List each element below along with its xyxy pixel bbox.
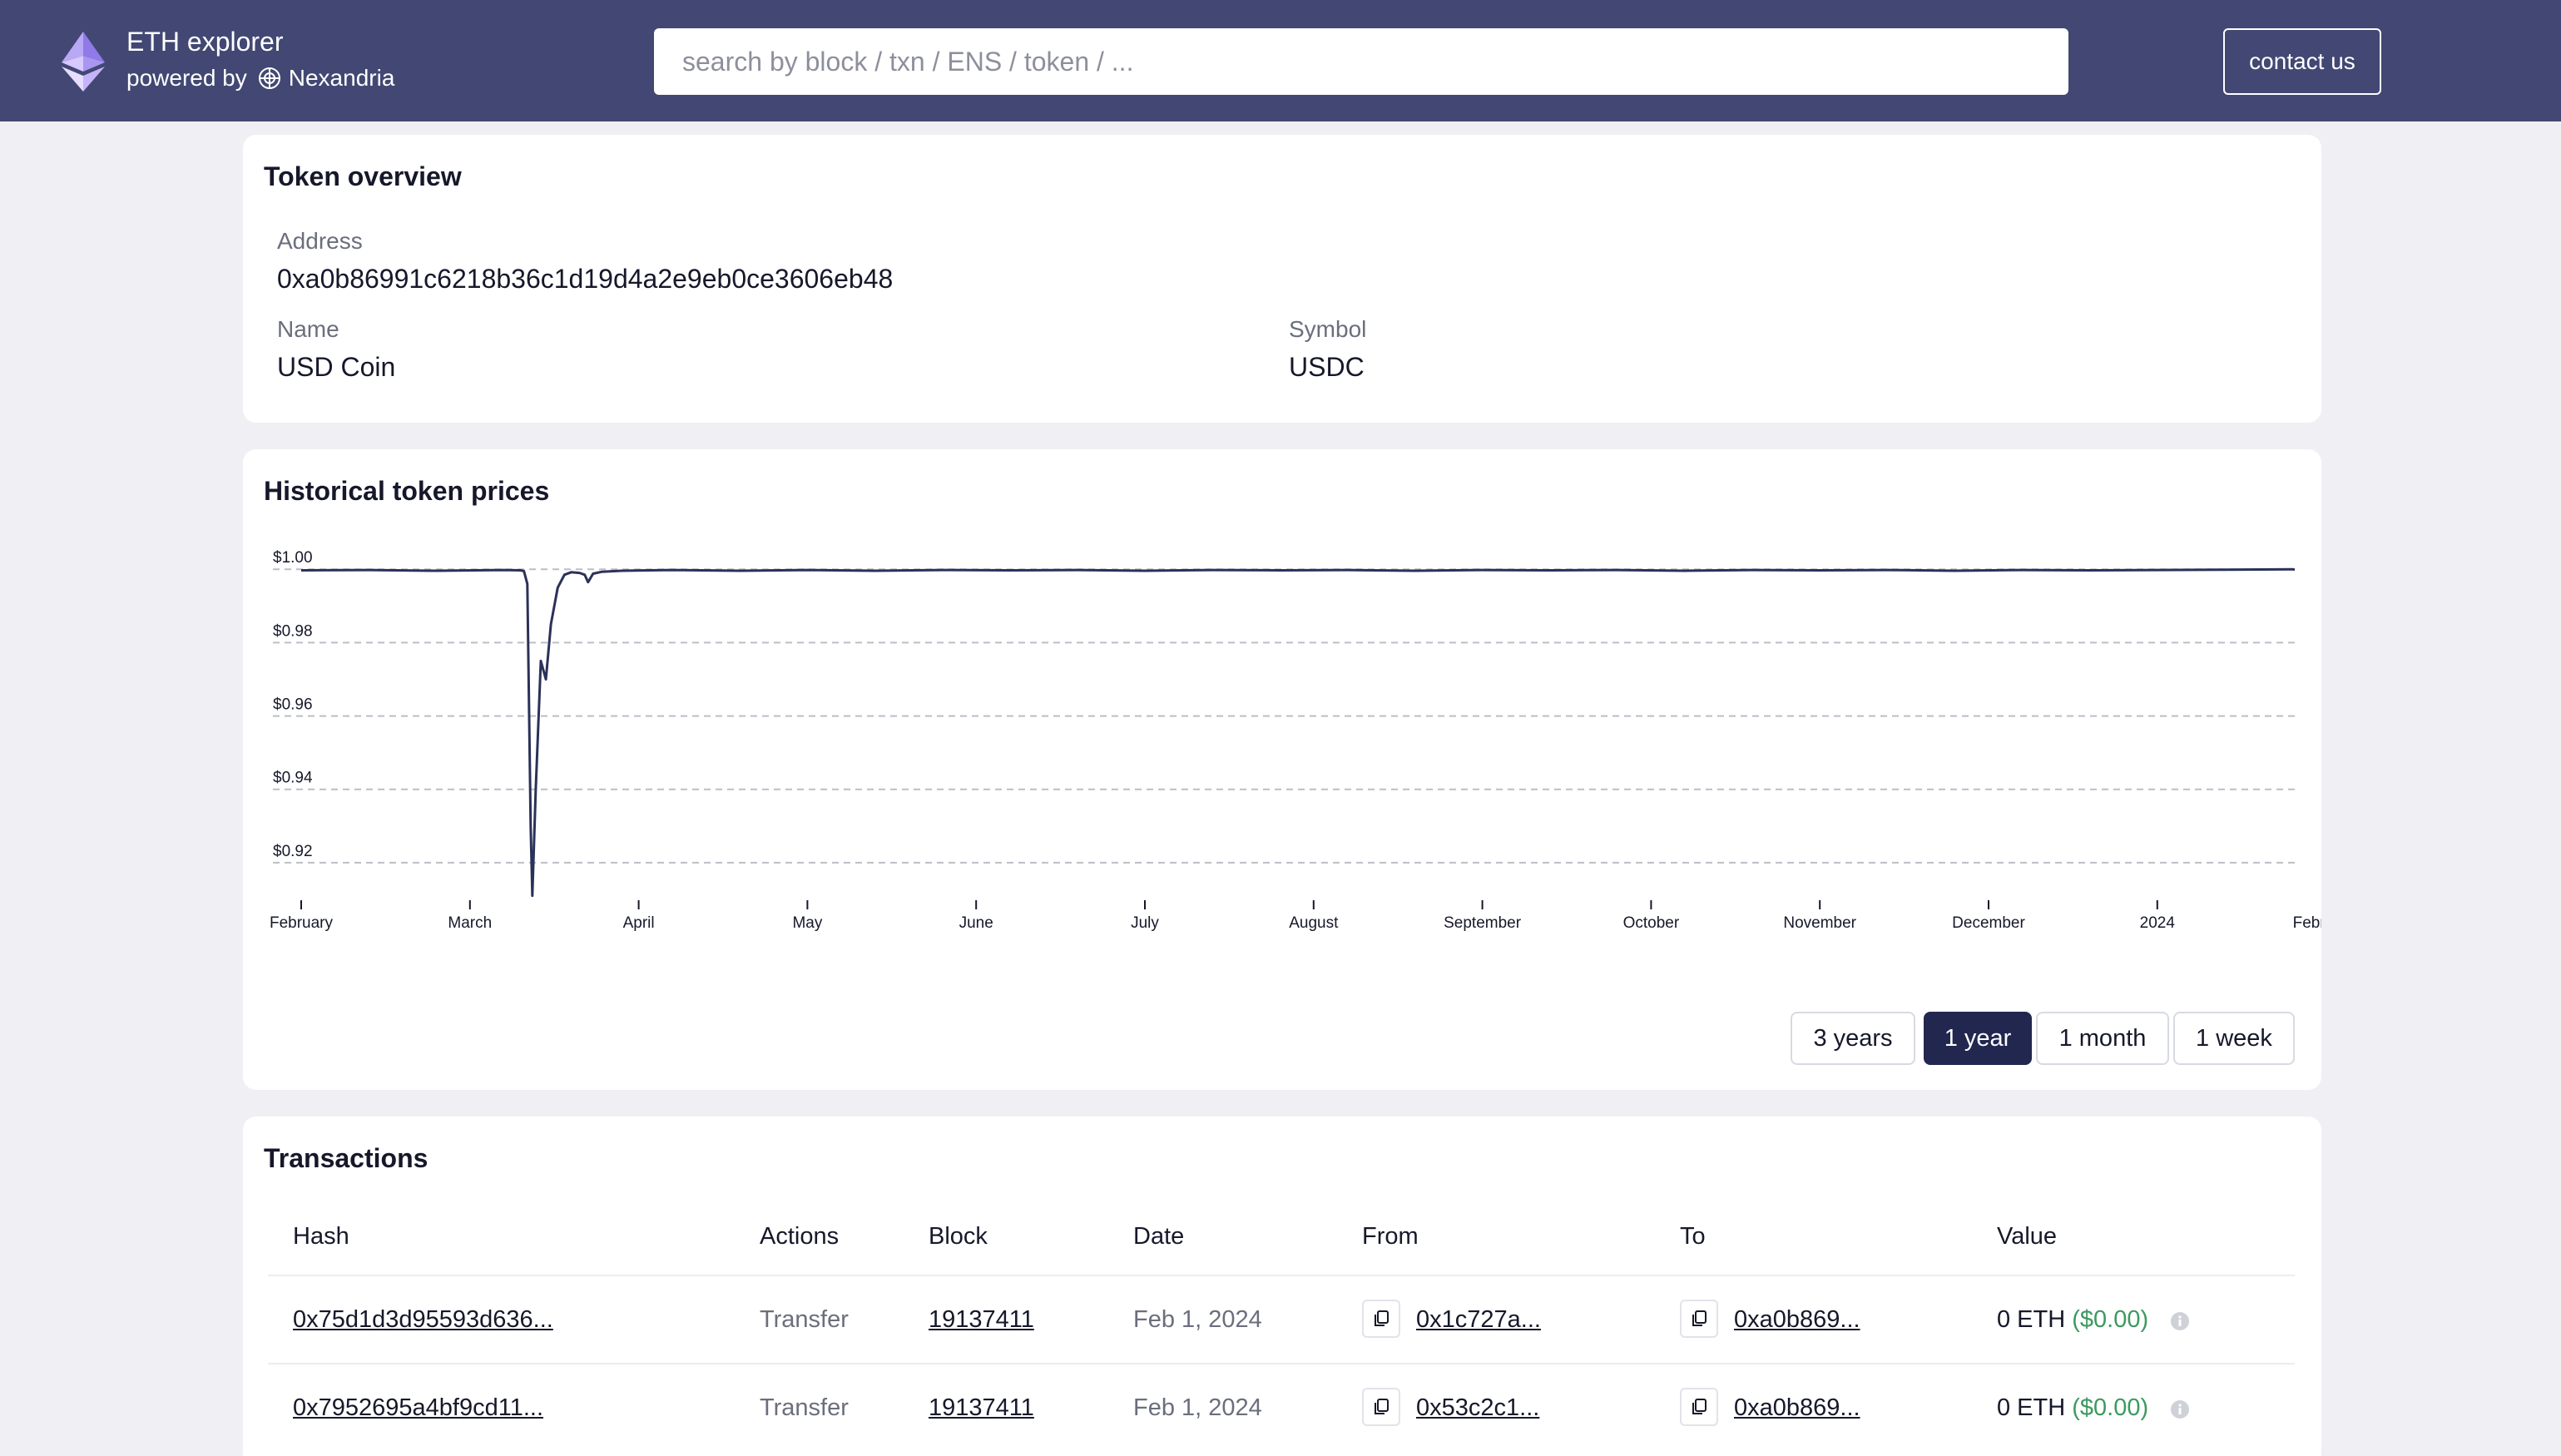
column-header-to: To: [1680, 1223, 1706, 1250]
block-link[interactable]: 19137411: [929, 1306, 1034, 1334]
contact-us-button[interactable]: contact us: [2223, 28, 2381, 95]
price-chart: $1.00 $0.98 $0.96 $0.94 $0.92 February March Ap…: [270, 549, 2321, 932]
column-header-actions: Actions: [760, 1223, 840, 1250]
column-header-hash: Hash: [293, 1223, 349, 1250]
powered-by: powered by Nexandria: [126, 65, 394, 92]
transaction-hash-link[interactable]: 0x7952695a4bf9cd11...: [293, 1394, 543, 1422]
x-tick-label: September: [1444, 914, 1522, 932]
top-navbar: ETH explorer powered by Nexandria contac…: [0, 0, 2561, 121]
x-tick-label: May: [792, 914, 822, 932]
info-icon[interactable]: [2170, 1399, 2190, 1419]
info-icon[interactable]: [2170, 1311, 2190, 1331]
partner-link[interactable]: Nexandria: [289, 65, 395, 92]
y-tick-label: $0.98: [273, 622, 313, 640]
column-header-from: From: [1362, 1223, 1419, 1250]
price-line-series[interactable]: [300, 567, 2296, 898]
transactions-card: Transactions Hash Actions Block Date Fro…: [243, 1117, 2321, 1456]
transaction-value: 0 ETH ($0.00): [1997, 1306, 2148, 1334]
y-tick-label: $0.94: [273, 770, 313, 787]
copy-to-address-button[interactable]: [1680, 1388, 1718, 1426]
x-tick-label: February: [270, 914, 334, 932]
to-address-link[interactable]: 0xa0b869...: [1734, 1306, 1860, 1334]
x-tick-label: October: [1623, 914, 1680, 932]
y-tick-label: $0.96: [273, 696, 313, 714]
name-label: Name: [277, 316, 339, 342]
x-tick-label: November: [1783, 914, 1856, 932]
value-eth: 0 ETH: [1997, 1394, 2066, 1421]
column-header-date: Date: [1133, 1223, 1185, 1250]
ethereum-logo-icon[interactable]: [62, 32, 105, 92]
nexandria-logo-icon: [258, 67, 280, 89]
range-1-week-button[interactable]: 1 week: [2173, 1012, 2295, 1065]
range-1-month-button[interactable]: 1 month: [2036, 1012, 2169, 1065]
token-overview-title: Token overview: [264, 161, 462, 191]
app-title[interactable]: ETH explorer: [126, 27, 284, 57]
transaction-action: Transfer: [760, 1394, 849, 1421]
transaction-hash-link[interactable]: 0x75d1d3d95593d636...: [293, 1306, 553, 1334]
copy-from-address-button[interactable]: [1362, 1300, 1400, 1338]
token-overview-card: Token overview Address 0xa0b86991c6218b3…: [243, 135, 2321, 423]
x-tick-label: Febru: [2293, 914, 2321, 932]
address-value: 0xa0b86991c6218b36c1d19d4a2e9eb0ce3606eb…: [277, 264, 894, 294]
historical-prices-card: Historical token prices $1.00 $0.98 $0.96 $…: [243, 449, 2321, 1090]
name-value: USD Coin: [277, 352, 396, 382]
from-address-link[interactable]: 0x53c2c1...: [1416, 1394, 1539, 1422]
table-divider: [268, 1275, 2295, 1276]
transaction-date: Feb 1, 2024: [1133, 1306, 1262, 1333]
block-link[interactable]: 19137411: [929, 1394, 1034, 1422]
value-usd: ($0.00): [2072, 1306, 2149, 1333]
value-usd: ($0.00): [2072, 1394, 2149, 1421]
x-tick-label: December: [1952, 914, 2025, 932]
transaction-date: Feb 1, 2024: [1133, 1394, 1262, 1421]
x-tick-label: March: [448, 914, 492, 932]
powered-by-label: powered by: [126, 65, 247, 91]
copy-icon: [1375, 1399, 1389, 1414]
x-tick-label: June: [959, 914, 993, 932]
copy-icon: [1692, 1399, 1707, 1414]
column-header-value: Value: [1997, 1223, 2058, 1250]
range-3-years-button[interactable]: 3 years: [1791, 1012, 1915, 1065]
transactions-title: Transactions: [264, 1143, 428, 1173]
transaction-value: 0 ETH ($0.00): [1997, 1394, 2148, 1422]
x-tick-label: 2024: [2140, 914, 2176, 932]
range-1-year-button[interactable]: 1 year: [1924, 1012, 2032, 1065]
y-tick-label: $0.92: [273, 843, 313, 860]
x-tick-label: July: [1131, 914, 1159, 932]
value-eth: 0 ETH: [1997, 1306, 2066, 1333]
column-header-block: Block: [929, 1223, 988, 1250]
copy-icon: [1375, 1310, 1389, 1326]
copy-from-address-button[interactable]: [1362, 1388, 1400, 1426]
y-tick-label: $1.00: [273, 549, 313, 567]
copy-icon: [1692, 1310, 1707, 1326]
copy-to-address-button[interactable]: [1680, 1300, 1718, 1338]
search-input[interactable]: [654, 28, 2068, 95]
x-tick-label: August: [1289, 914, 1339, 932]
address-label: Address: [277, 228, 363, 254]
from-address-link[interactable]: 0x1c727a...: [1416, 1306, 1541, 1334]
symbol-value: USDC: [1289, 352, 1365, 382]
x-tick-label: April: [623, 914, 655, 932]
to-address-link[interactable]: 0xa0b869...: [1734, 1394, 1860, 1422]
transaction-action: Transfer: [760, 1306, 849, 1333]
symbol-label: Symbol: [1289, 316, 1367, 342]
table-divider: [268, 1363, 2295, 1364]
